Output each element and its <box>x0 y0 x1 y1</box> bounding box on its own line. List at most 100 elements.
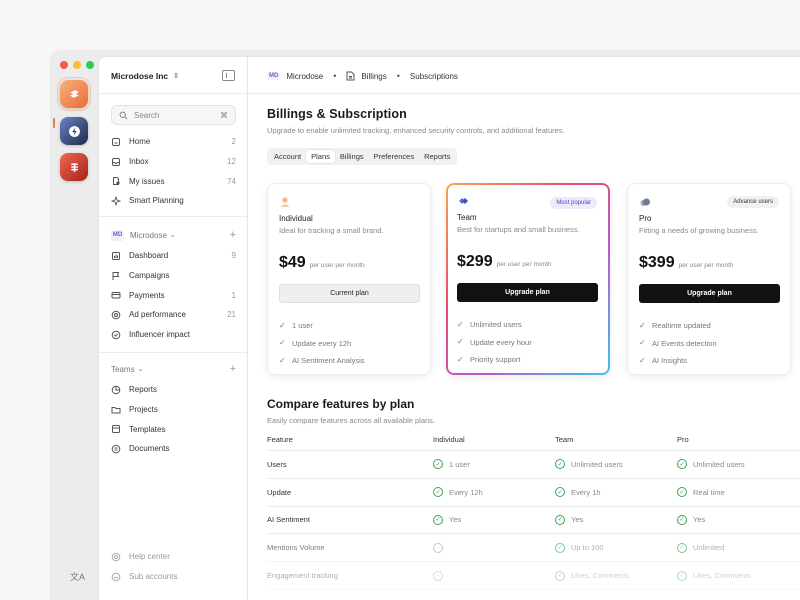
microdose-logo: MD <box>111 230 124 241</box>
table-cell: ✓Yes <box>433 515 555 525</box>
check-icon: ✓ <box>457 356 465 364</box>
cell-value: Real time <box>693 488 725 497</box>
compare-title: Compare features by plan <box>267 397 414 411</box>
feature-label: Priority support <box>470 355 520 364</box>
flag-icon <box>111 271 121 281</box>
nav-item-help-center[interactable]: Help center <box>111 547 236 567</box>
nav-item-inbox[interactable]: Inbox 12 <box>111 152 236 172</box>
compare-table: Feature Individual Team Pro Users ✓1 use… <box>267 429 800 590</box>
feature-label: Realtime updated <box>652 321 711 330</box>
tab-preferences[interactable]: Preferences <box>369 150 419 163</box>
help-icon <box>111 552 121 562</box>
tab-billings[interactable]: Billings <box>335 150 369 163</box>
nav-item-documents[interactable]: Documents <box>111 439 236 459</box>
translate-icon[interactable]: 文A <box>70 570 85 583</box>
stack-app-icon[interactable] <box>60 80 88 108</box>
search-input[interactable]: Search ⌘ <box>111 105 236 125</box>
check-circle-icon: ✓ <box>555 571 565 581</box>
upgrade-plan-button[interactable]: Upgrade plan <box>457 283 598 302</box>
nav-item-reports[interactable]: Reports <box>111 380 236 400</box>
nav-item-payments[interactable]: Payments 1 <box>111 285 236 305</box>
plan-name: Individual <box>279 214 313 223</box>
add-workspace-item-icon[interactable]: + <box>230 229 236 241</box>
add-team-item-icon[interactable]: + <box>230 363 236 375</box>
tab-reports[interactable]: Reports <box>419 150 455 163</box>
nav-item-dashboard[interactable]: Dashboard 9 <box>111 246 236 266</box>
inbox-icon <box>111 157 121 167</box>
nav-item-my-issues[interactable]: My issues 74 <box>111 171 236 191</box>
org-switcher[interactable]: Microdose Inc ⇕ <box>111 71 179 81</box>
chevron-down-icon: ⌄ <box>138 365 144 373</box>
cell-value: Unlimited <box>693 543 724 552</box>
nav-label: Home <box>129 137 150 146</box>
ledger-app-icon[interactable] <box>60 153 88 181</box>
nav-item-ad-performance[interactable]: Ad performance 21 <box>111 305 236 325</box>
page-title: Billings & Subscription <box>267 107 407 121</box>
chevron-updown-icon: ⇕ <box>173 72 179 80</box>
table-cell: ✓Unlimited <box>677 543 799 553</box>
bolt-app-icon[interactable] <box>60 117 88 145</box>
workspace-header[interactable]: MD Microdose ⌄ + <box>111 229 236 241</box>
template-icon <box>111 424 121 434</box>
table-cell: ✓Every 1h <box>555 487 677 497</box>
feature-item: ✓AI Sentiment Analysis <box>279 352 365 370</box>
divider <box>99 93 248 94</box>
feature-label: AI Insights <box>652 356 687 365</box>
compare-subtitle: Easily compare features across all avail… <box>267 416 435 425</box>
plan-price: $399 per user per month <box>639 254 734 272</box>
minimize-window-button[interactable] <box>73 61 81 69</box>
sidebar: Microdose Inc ⇕ Search ⌘ Home 2 Inbox 12 <box>98 56 248 600</box>
nav-item-influencer-impact[interactable]: Influencer impact <box>111 325 236 345</box>
breadcrumb-billings[interactable]: Billings <box>361 72 386 81</box>
current-plan-button[interactable]: Current plan <box>279 284 420 303</box>
nav-item-templates[interactable]: Templates <box>111 419 236 439</box>
nav-item-campaigns[interactable]: Campaigns <box>111 266 236 286</box>
close-window-button[interactable] <box>60 61 68 69</box>
cell-value: 1 user <box>449 460 470 469</box>
minus-circle-icon: − <box>433 571 443 581</box>
nav-label: Documents <box>129 444 169 453</box>
plan-features: ✓Realtime updated ✓AI Events detection ✓… <box>639 317 717 370</box>
org-name: Microdose Inc <box>111 71 168 81</box>
nav-item-projects[interactable]: Projects <box>111 400 236 420</box>
breadcrumb-microdose[interactable]: Microdose <box>286 72 323 81</box>
window-controls <box>60 61 94 69</box>
teams-nav: Reports Projects Templates Documents <box>111 380 236 459</box>
nav-label: Projects <box>129 405 158 414</box>
price-period: per user per month <box>310 262 365 269</box>
teams-header[interactable]: Teams ⌄ + <box>111 363 236 375</box>
check-icon: ✓ <box>639 322 647 330</box>
nav-count: 2 <box>232 137 236 146</box>
pie-icon <box>111 385 121 395</box>
sidebar-toggle-icon[interactable] <box>222 70 235 81</box>
check-icon: ✓ <box>639 357 647 365</box>
breadcrumb: MD Microdose • Billings • Subscriptions <box>267 71 458 81</box>
tab-account[interactable]: Account <box>269 150 306 163</box>
divider <box>99 216 248 217</box>
dashboard-icon <box>111 251 121 261</box>
check-circle-icon: ✓ <box>555 543 565 553</box>
check-icon: ✓ <box>639 339 647 347</box>
table-row: Update ✓Every 12h ✓Every 1h ✓Real time <box>267 479 800 507</box>
maximize-window-button[interactable] <box>86 61 94 69</box>
plan-description: Best for startups and small business. <box>457 225 580 234</box>
upgrade-plan-button[interactable]: Upgrade plan <box>639 284 780 303</box>
most-popular-badge: Most popular <box>550 197 597 209</box>
price-period: per user per month <box>679 262 734 269</box>
nav-item-home[interactable]: Home 2 <box>111 132 236 152</box>
tab-plans[interactable]: Plans <box>306 150 335 163</box>
nav-item-sub-accounts[interactable]: Sub accounts <box>111 567 236 587</box>
cloud-icon <box>639 196 651 208</box>
check-circle-icon: ✓ <box>677 571 687 581</box>
nav-label: Ad performance <box>129 310 186 319</box>
breadcrumb-subscriptions[interactable]: Subscriptions <box>410 72 458 81</box>
table-cell: ✓Up to 100 <box>555 543 677 553</box>
diamond-logo-icon <box>457 195 469 207</box>
workspace-nav: Dashboard 9 Campaigns Payments 1 Ad perf… <box>111 246 236 344</box>
nav-item-smart-planning[interactable]: Smart Planning <box>111 191 236 211</box>
check-circle-icon: ✓ <box>555 487 565 497</box>
feature-label: 1 user <box>292 321 313 330</box>
accounts-icon <box>111 572 121 582</box>
nav-label: Sub accounts <box>129 572 177 581</box>
feature-item: ✓ Priority support <box>457 351 532 369</box>
